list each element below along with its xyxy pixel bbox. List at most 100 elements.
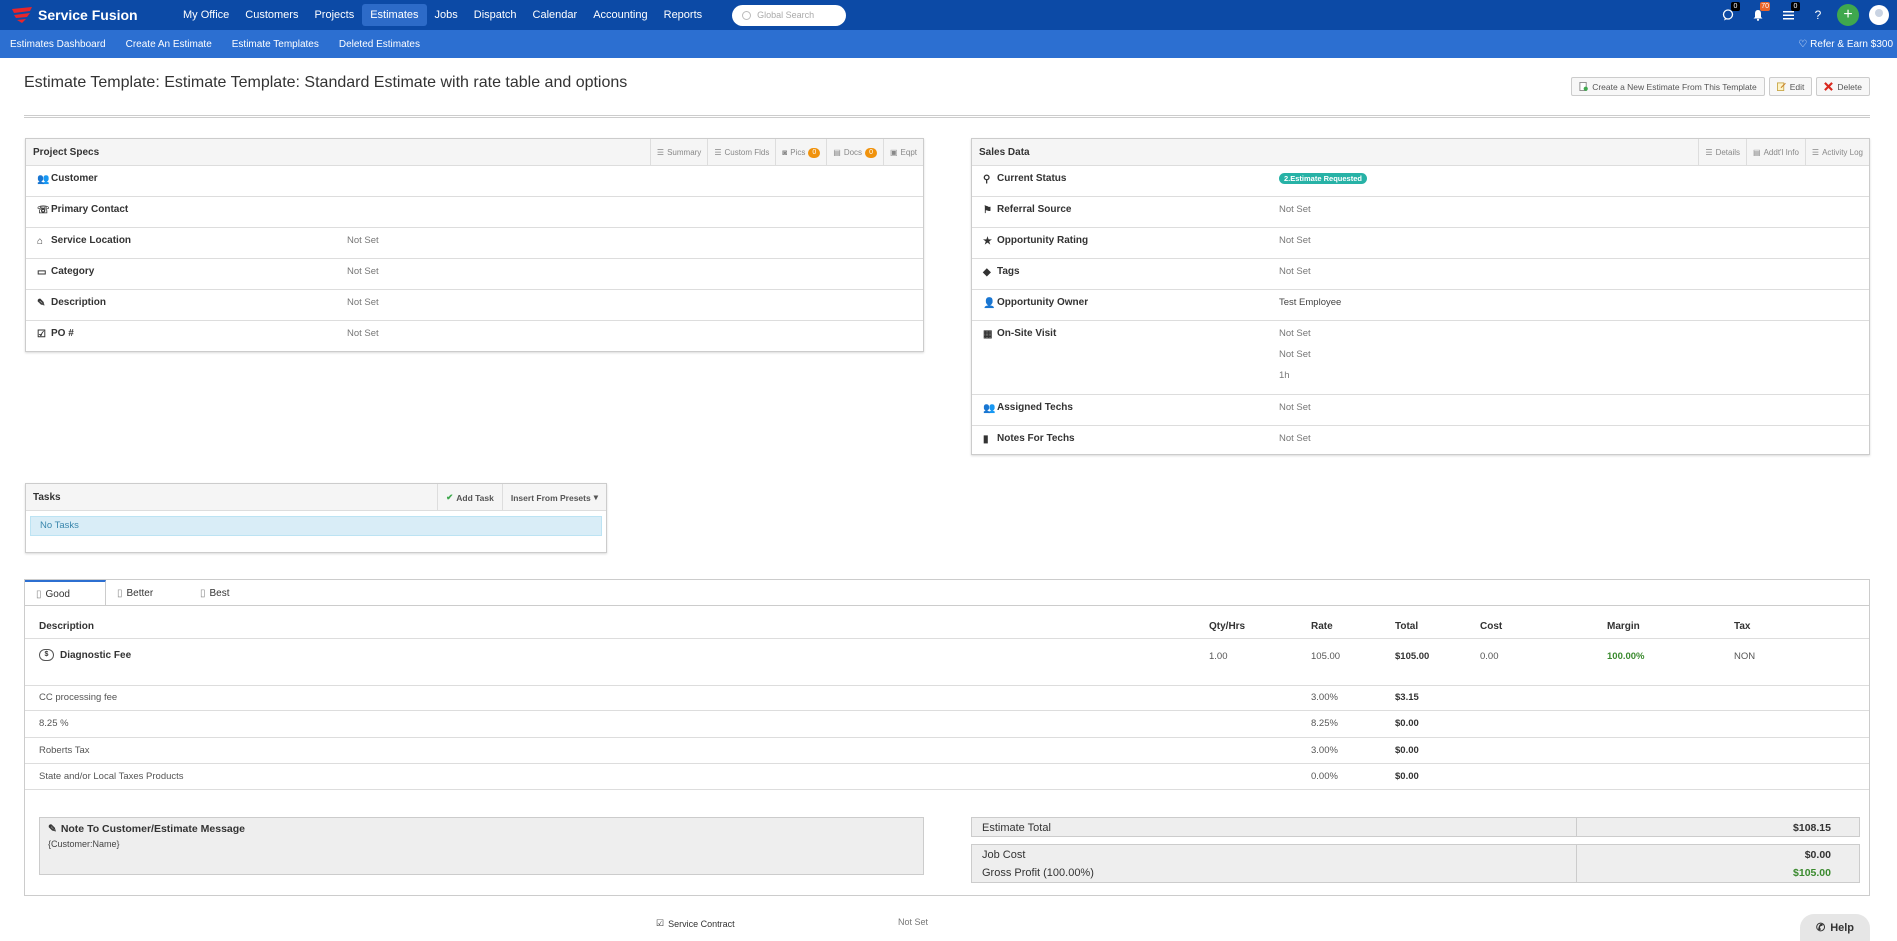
create-estimate-from-template-button[interactable]: Create a New Estimate From This Template [1571, 77, 1765, 96]
tab-custom-flds[interactable]: ☰ Custom Flds [707, 139, 775, 166]
status-badge[interactable]: 2.Estimate Requested [1279, 173, 1367, 184]
job-cost-value: $0.00 [1804, 849, 1831, 861]
refer-earn-link[interactable]: ♡ Refer & Earn $300 [1798, 39, 1893, 50]
fee-name: State and/or Local Taxes Products [39, 771, 184, 782]
col-rate: Rate [1311, 621, 1333, 632]
pin-icon: ⚲ [983, 173, 991, 185]
spec-label: Description [51, 297, 107, 308]
insert-presets-label: Insert From Presets [510, 492, 591, 503]
brand-name: Service Fusion [38, 7, 138, 23]
spec-value[interactable]: Not Set [347, 297, 379, 308]
tag-icon: ◆ [983, 266, 991, 278]
nav-accounting[interactable]: Accounting [585, 4, 655, 26]
phone-icon: ✆ [1815, 922, 1826, 934]
tab-summary[interactable]: ☰ Summary [649, 139, 707, 166]
sales-value[interactable]: Not Set [1279, 266, 1311, 277]
visit-duration[interactable]: 1h [1279, 365, 1311, 386]
user-avatar[interactable] [1869, 5, 1889, 25]
spec-value[interactable]: Not Set [347, 235, 379, 246]
sales-label: Current Status [997, 173, 1067, 184]
col-description: Description [39, 621, 95, 632]
quick-add-button[interactable]: + [1837, 4, 1859, 26]
tab-pics[interactable]: ◙ Pics 0 [775, 139, 826, 166]
spec-label: Primary Contact [51, 204, 129, 215]
delete-x-icon [1824, 82, 1834, 91]
nav-my-office[interactable]: My Office [175, 4, 237, 26]
spec-value[interactable]: Not Set [347, 266, 379, 277]
fee-total: $0.00 [1395, 745, 1419, 756]
col-tax: Tax [1734, 621, 1751, 632]
subnav-deleted-estimates[interactable]: Deleted Estimates [329, 39, 430, 50]
edit-icon [1776, 82, 1786, 91]
item-row-diagnostic-fee[interactable]: $ Diagnostic Fee [39, 649, 131, 661]
sales-value[interactable]: Not Set [1279, 204, 1311, 215]
sales-data-header: Sales Data ☰ Details ▤ Addt'l Info ☰ Activi… [972, 139, 1869, 166]
list-icon [1782, 11, 1794, 20]
sales-value[interactable]: Test Employee [1279, 297, 1341, 308]
fee-name: Roberts Tax [39, 745, 90, 756]
help-button[interactable]: ✆ Help [1800, 914, 1870, 941]
chat-button[interactable]: 0 [1713, 0, 1743, 30]
sub-nav: Estimates Dashboard Create An Estimate E… [0, 30, 1897, 58]
edit-button[interactable]: Edit [1768, 77, 1813, 96]
row-divider [25, 737, 1869, 738]
star-icon: ★ [983, 235, 992, 247]
tasks-header: Tasks ✔ Add Task Insert From Presets ▾ [26, 484, 606, 511]
nav-projects[interactable]: Projects [306, 4, 362, 26]
sales-value[interactable]: Not Set [1279, 235, 1311, 246]
notifications-button[interactable]: 70 [1743, 0, 1773, 30]
spec-row-customer: 👥 Customer [26, 166, 923, 197]
nav-dispatch[interactable]: Dispatch [466, 4, 525, 26]
summary-icon: ☰ [656, 148, 665, 157]
nav-estimates[interactable]: Estimates [362, 4, 427, 26]
subnav-create-estimate[interactable]: Create An Estimate [116, 39, 222, 50]
spec-row-po: ☑ PO # Not Set [26, 321, 923, 352]
help-question-button[interactable]: ? [1803, 0, 1833, 30]
tab-addl-info[interactable]: ▤ Addt'l Info [1746, 139, 1805, 166]
sales-label: Referral Source [997, 204, 1072, 215]
subnav-estimate-templates[interactable]: Estimate Templates [222, 39, 329, 50]
insert-presets-dropdown[interactable]: Insert From Presets ▾ [501, 484, 606, 511]
details-icon: ☰ [1705, 148, 1713, 157]
col-qty: Qty/Hrs [1209, 621, 1246, 632]
tab-good[interactable]: ▯ Good [25, 580, 106, 606]
tab-best[interactable]: ▯ Best [200, 580, 270, 606]
camera-icon: ◙ [782, 148, 788, 157]
nav-customers[interactable]: Customers [237, 4, 306, 26]
page-title: Estimate Template: Estimate Template: St… [24, 74, 628, 91]
sales-value[interactable]: Not Set [1279, 402, 1311, 413]
tab-details[interactable]: ☰ Details [1698, 139, 1746, 166]
project-specs-tabs: ☰ Summary ☰ Custom Flds ◙ Pics 0 ▤ Docs 0 ▣ Eqp… [649, 139, 923, 166]
tab-docs[interactable]: ▤ Docs 0 [826, 139, 883, 166]
subnav-estimates-dashboard[interactable]: Estimates Dashboard [0, 39, 116, 50]
nav-calendar[interactable]: Calendar [525, 4, 586, 26]
sales-row-tags: ◆ Tags Not Set [972, 259, 1869, 290]
spec-label: Category [51, 266, 95, 277]
customer-note-box[interactable]: ✎ Note To Customer/Estimate Message {Cust… [39, 817, 924, 875]
cost-profit-box: Job Cost $0.00 Gross Profit (100.00%) $1… [971, 844, 1860, 883]
visit-date[interactable]: Not Set [1279, 323, 1311, 344]
global-search-input[interactable]: Global Search [732, 4, 847, 26]
clipboard-icon: ▯ [200, 587, 206, 599]
totals-divider [1576, 845, 1577, 882]
tasks-list-button[interactable]: 0 [1773, 0, 1803, 30]
service-contract-value[interactable]: Not Set [898, 917, 928, 927]
custom-fields-icon: ☰ [714, 148, 722, 157]
no-tasks-message: No Tasks [30, 516, 602, 536]
tasks-title: Tasks [33, 491, 61, 503]
sales-value[interactable]: Not Set [1279, 433, 1311, 444]
sales-label: Assigned Techs [997, 402, 1073, 413]
row-divider [25, 789, 1869, 790]
brand-logo[interactable]: Service Fusion [10, 6, 175, 24]
nav-reports[interactable]: Reports [656, 4, 711, 26]
tab-better[interactable]: ▯ Better [117, 580, 187, 606]
spec-value[interactable]: Not Set [347, 328, 379, 339]
delete-button[interactable]: Delete [1816, 77, 1870, 96]
spec-row-category: ▭ Category Not Set [26, 259, 923, 290]
nav-jobs[interactable]: Jobs [427, 4, 466, 26]
tab-eqpt[interactable]: ▣ Eqpt [882, 139, 923, 166]
visit-time[interactable]: Not Set [1279, 344, 1311, 365]
add-task-button[interactable]: ✔ Add Task [437, 484, 502, 511]
tab-activity-log[interactable]: ☰ Activity Log [1804, 139, 1869, 166]
sales-data-title: Sales Data [979, 146, 1030, 158]
